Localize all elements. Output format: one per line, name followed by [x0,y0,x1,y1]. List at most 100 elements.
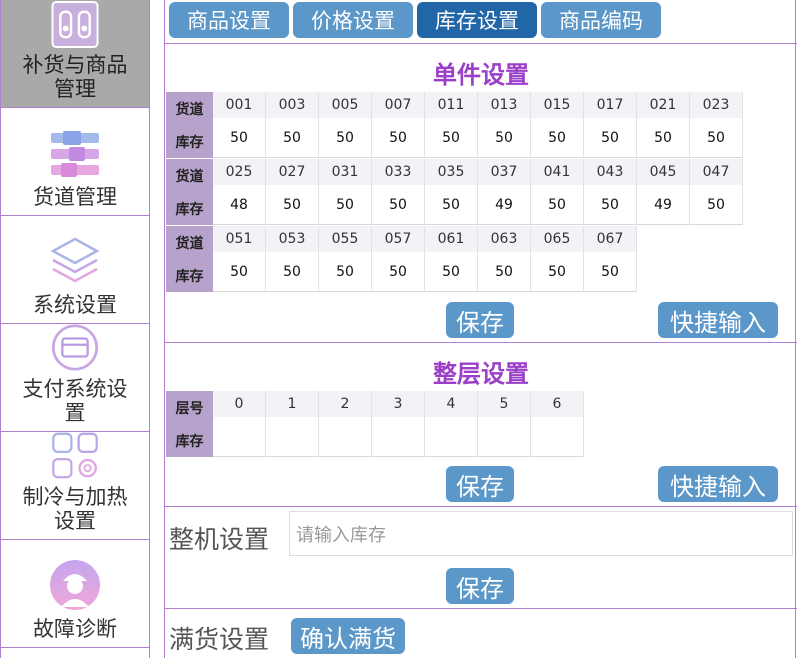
cell-label: 015 [531,92,583,118]
tab-price-settings[interactable]: 价格设置 [293,2,413,38]
stock-value[interactable]: 50 [531,185,583,224]
stock-value[interactable]: 50 [319,118,371,157]
cell-label: 003 [266,92,318,118]
cell-label: 001 [213,92,265,118]
sidebar-item-label: 支付系统设置 [22,377,128,425]
machine-stock-input[interactable]: 请输入库存 [289,511,793,556]
row-header-label: 货道 [175,168,204,185]
single-save-button[interactable]: 保存 [446,302,514,338]
stock-value[interactable] [213,417,265,456]
stock-value[interactable]: 50 [637,118,689,157]
row-header: 货道 库存 [166,226,213,292]
stock-value[interactable] [478,417,530,456]
grid-row: 货道 库存 001 50 003 50 005 50 007 50 011 50 013 50 015 50 0… [166,92,743,158]
tab-stock-settings[interactable]: 库存设置 [417,2,537,38]
row-header: 货道 库存 [166,159,213,225]
single-quick-input-button[interactable]: 快捷输入 [658,302,778,338]
stock-value[interactable]: 50 [213,252,265,291]
tab-bar: 商品设置 价格设置 库存设置 商品编码 [169,2,661,38]
cell-label: 051 [213,226,265,252]
stock-value[interactable]: 50 [213,118,265,157]
stock-value[interactable]: 50 [478,252,530,291]
cell-label: 3 [372,391,424,417]
cell-label: 041 [531,159,583,185]
sidebar-item-payment[interactable]: 支付系统设置 [1,324,149,432]
layer-quick-input-button[interactable]: 快捷输入 [658,466,778,502]
grid-row: 货道 库存 051 50 053 50 055 50 057 50 061 50 063 50 065 50 0… [166,226,637,292]
vending-machine-icon [51,0,99,49]
tab-product-settings[interactable]: 商品设置 [169,2,289,38]
stock-value[interactable]: 50 [266,185,318,224]
grid-cell: 035 50 [425,159,478,225]
grid-cell: 057 50 [372,226,425,292]
cell-label: 027 [266,159,318,185]
cell-label: 065 [531,226,583,252]
sidebar-item-slots[interactable]: 货道管理 [1,108,149,216]
stock-value[interactable] [319,417,371,456]
technician-icon [50,560,100,610]
row-header: 层号 库存 [166,391,213,457]
stock-value[interactable]: 50 [584,185,636,224]
grid-cell: 055 50 [319,226,372,292]
stock-value[interactable]: 50 [584,118,636,157]
stock-value[interactable]: 49 [478,185,530,224]
confirm-full-button[interactable]: 确认满货 [291,618,405,654]
sidebar-item-label: 补货与商品管理 [22,53,128,101]
cell-label: 025 [213,159,265,185]
cell-label: 037 [478,159,530,185]
sidebar-item-restock[interactable]: 补货与商品管理 [1,0,149,108]
sidebar-item-system[interactable]: 系统设置 [1,216,149,324]
grid-cell: 1 [266,391,319,457]
grid-cell: 031 50 [319,159,372,225]
stock-value[interactable]: 50 [266,118,318,157]
cell-label: 0 [213,391,265,417]
stock-value[interactable]: 50 [478,118,530,157]
tab-product-code[interactable]: 商品编码 [541,2,661,38]
stock-value[interactable] [372,417,424,456]
grid-cell: 011 50 [425,92,478,158]
cell-label: 011 [425,92,477,118]
stock-value[interactable]: 50 [266,252,318,291]
stock-value[interactable]: 50 [425,252,477,291]
divider [165,608,797,609]
main-panel: 商品设置 价格设置 库存设置 商品编码 单件设置 货道 库存 001 50 003 50 0… [164,0,797,658]
stock-value[interactable] [425,417,477,456]
row-header: 货道 库存 [166,92,213,158]
grid-cell: 033 50 [372,159,425,225]
machine-save-button[interactable]: 保存 [446,568,514,604]
grid-gear-icon [52,432,98,479]
cell-label: 005 [319,92,371,118]
stock-value[interactable]: 50 [584,252,636,291]
layers-icon [50,237,100,283]
layer-save-button[interactable]: 保存 [446,466,514,502]
stock-value[interactable] [531,417,583,456]
stock-value[interactable] [266,417,318,456]
stock-value[interactable]: 50 [372,252,424,291]
stock-value[interactable]: 50 [531,118,583,157]
sidebar-item-label: 故障诊断 [33,617,117,641]
sidebar-item-label: 制冷与加热设置 [22,485,128,533]
stock-value[interactable]: 50 [319,252,371,291]
stock-value[interactable]: 50 [531,252,583,291]
grid-cell: 061 50 [425,226,478,292]
grid-cell: 053 50 [266,226,319,292]
grid-cell: 0 [213,391,266,457]
stock-value[interactable]: 50 [690,118,742,157]
grid-cell: 6 [531,391,584,457]
cell-label: 035 [425,159,477,185]
stock-value[interactable]: 50 [425,185,477,224]
stock-value[interactable]: 50 [690,185,742,224]
stock-value[interactable]: 50 [372,118,424,157]
grid-cell: 051 50 [213,226,266,292]
cell-label: 061 [425,226,477,252]
stock-value[interactable]: 49 [637,185,689,224]
stock-value[interactable]: 48 [213,185,265,224]
sidebar-item-diagnosis[interactable]: 故障诊断 [1,540,149,648]
grid-cell: 001 50 [213,92,266,158]
cell-label: 053 [266,226,318,252]
stock-value[interactable]: 50 [372,185,424,224]
sidebar-item-cooling[interactable]: 制冷与加热设置 [1,432,149,540]
cell-label: 033 [372,159,424,185]
stock-value[interactable]: 50 [425,118,477,157]
stock-value[interactable]: 50 [319,185,371,224]
